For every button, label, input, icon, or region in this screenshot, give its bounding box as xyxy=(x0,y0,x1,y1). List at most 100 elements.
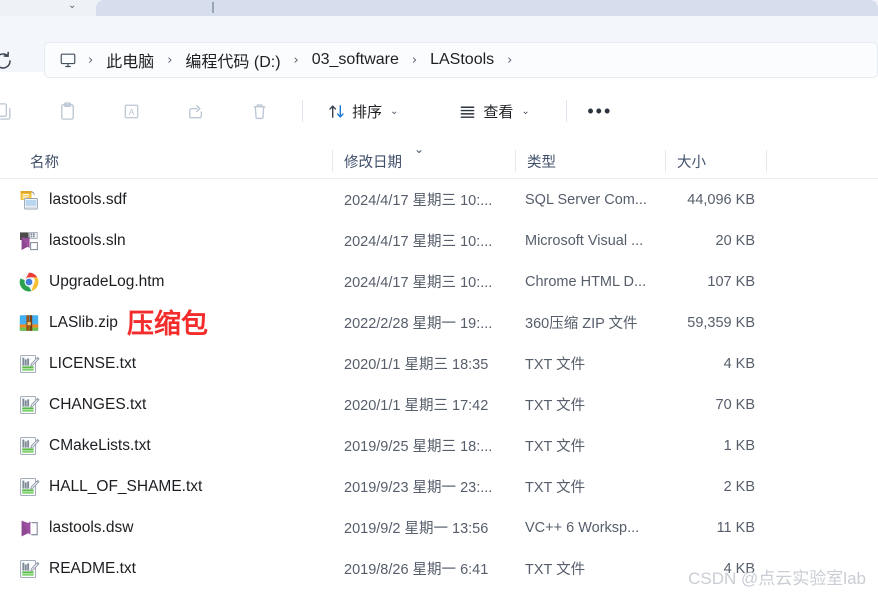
address-bar-zone: › 此电脑 › 编程代码 (D:) › 03_software › LAStoo… xyxy=(0,16,878,78)
file-name-cell[interactable]: CMakeLists.txt xyxy=(18,425,318,466)
breadcrumb-address-box[interactable]: › 此电脑 › 编程代码 (D:) › 03_software › LAStoo… xyxy=(44,42,878,78)
column-header-type[interactable]: 类型 xyxy=(515,143,663,179)
txt-file-icon xyxy=(18,394,40,416)
file-size-cell: 1 KB xyxy=(723,437,755,454)
more-options-button[interactable]: ••• xyxy=(581,94,619,128)
column-header-row: 名称 修改日期 ⌄ 类型 大小 xyxy=(0,143,878,179)
file-row[interactable]: HALL_OF_SHAME.txt 2019/9/23 星期一 23:... TXT… xyxy=(0,466,878,507)
file-name-cell[interactable]: CHANGES.txt xyxy=(18,384,318,425)
refresh-icon[interactable] xyxy=(0,50,14,72)
file-name-cell[interactable]: README.txt xyxy=(18,548,318,589)
file-size-cell: 11 KB xyxy=(716,519,755,536)
file-date-cell: 2019/9/23 星期一 23:... xyxy=(344,480,493,496)
file-date-cell: 2019/9/25 星期三 18:... xyxy=(344,439,493,455)
breadcrumb-item-lastools[interactable]: LAStools xyxy=(424,49,500,71)
txt-file-icon xyxy=(18,558,40,580)
breadcrumb-separator-1[interactable]: › xyxy=(160,53,179,68)
breadcrumb-separator-4[interactable]: › xyxy=(500,53,519,68)
file-name-cell[interactable]: UpgradeLog.htm xyxy=(18,261,318,302)
file-row[interactable]: lastools.sln 2024/4/17 星期三 10:... Microsof… xyxy=(0,220,878,261)
annotation-zip-label: 压缩包 xyxy=(127,309,208,339)
file-row[interactable]: UpgradeLog.htm 2024/4/17 星期三 10:... Chrome… xyxy=(0,261,878,302)
visual-studio-workspace-icon xyxy=(18,517,40,539)
toolbar-divider-2 xyxy=(565,100,567,122)
file-size-cell: 70 KB xyxy=(715,396,756,413)
file-date-cell: 2024/4/17 星期三 10:... xyxy=(344,275,493,291)
view-label: 查看 xyxy=(483,103,514,121)
file-size-cell: 4 KB xyxy=(723,355,755,372)
file-date-cell: 2024/4/17 星期三 10:... xyxy=(344,234,493,250)
file-list: lastools.sdf 2024/4/17 星期三 10:... SQL Serv… xyxy=(0,179,878,597)
breadcrumb-separator-0[interactable]: › xyxy=(81,53,100,68)
file-name-label: LASlib.zip xyxy=(49,313,118,331)
file-name-label: HALL_OF_SHAME.txt xyxy=(49,477,203,495)
file-explorer-window: ⌄ › 此电脑 › 编程代码 (D:) › 03_software › LASt… xyxy=(0,0,878,597)
file-name-label: README.txt xyxy=(49,559,136,577)
breadcrumb-item-this-pc[interactable]: 此电脑 xyxy=(100,46,160,74)
svg-text:A: A xyxy=(128,106,134,116)
file-type-cell: 360压缩 ZIP 文件 xyxy=(525,316,638,332)
zip-archive-icon xyxy=(18,312,40,334)
rename-button[interactable]: A xyxy=(112,94,150,128)
file-row[interactable]: lastools.sdf 2024/4/17 星期三 10:... SQL Serv… xyxy=(0,179,878,220)
sort-chevron-down-icon[interactable]: ⌄ xyxy=(390,106,398,117)
file-name-cell[interactable]: lastools.dsw xyxy=(18,507,318,548)
share-button[interactable] xyxy=(176,94,214,128)
file-row[interactable]: CMakeLists.txt 2019/9/25 星期三 18:... TXT 文件… xyxy=(0,425,878,466)
sort-button[interactable]: 排序 ⌄ xyxy=(317,94,408,128)
file-size-cell: 107 KB xyxy=(707,273,755,290)
file-size-cell: 44,096 KB xyxy=(687,191,755,208)
visual-studio-solution-icon xyxy=(18,230,40,252)
view-button[interactable]: 查看 ⌄ xyxy=(448,94,539,128)
file-date-cell: 2024/4/17 星期三 10:... xyxy=(344,193,493,209)
file-date-cell: 2019/8/26 星期一 6:41 xyxy=(344,562,489,578)
breadcrumb-item-03-software[interactable]: 03_software xyxy=(306,49,405,71)
copy-button[interactable] xyxy=(0,94,22,128)
file-name-label: UpgradeLog.htm xyxy=(49,272,165,290)
sort-label: 排序 xyxy=(352,103,383,121)
column-header-size[interactable]: 大小 xyxy=(665,143,765,179)
txt-file-icon xyxy=(18,353,40,375)
breadcrumb-separator-2[interactable]: › xyxy=(287,53,306,68)
file-name-cell[interactable]: LICENSE.txt xyxy=(18,343,318,384)
sort-indicator-chevron-icon: ⌄ xyxy=(414,142,425,156)
file-type-cell: Chrome HTML D... xyxy=(525,273,647,290)
file-name-label: LICENSE.txt xyxy=(49,354,136,372)
trash-icon[interactable] xyxy=(240,94,278,128)
sql-server-file-icon xyxy=(18,189,40,211)
file-size-cell: 2 KB xyxy=(723,478,755,495)
file-row[interactable]: LICENSE.txt 2020/1/1 星期三 18:35 TXT 文件 4 KB xyxy=(0,343,878,384)
file-type-cell: TXT 文件 xyxy=(525,357,586,373)
txt-file-icon xyxy=(18,435,40,457)
column-divider-4[interactable] xyxy=(766,150,767,172)
file-row[interactable]: lastools.dsw 2019/9/2 星期一 13:56 VC++ 6 Wor… xyxy=(0,507,878,548)
toolbar-divider-1 xyxy=(302,100,303,122)
breadcrumb-item-drive-d[interactable]: 编程代码 (D:) xyxy=(179,46,286,74)
file-name-cell[interactable]: HALL_OF_SHAME.txt xyxy=(18,466,318,507)
file-type-cell: TXT 文件 xyxy=(525,439,586,455)
column-header-name[interactable]: 名称 xyxy=(18,143,318,179)
paste-button[interactable] xyxy=(48,94,86,128)
file-row[interactable]: CHANGES.txt 2020/1/1 星期三 17:42 TXT 文件 70 KB xyxy=(0,384,878,425)
file-date-cell: 2020/1/1 星期三 18:35 xyxy=(344,357,489,373)
file-name-cell[interactable]: lastools.sdf xyxy=(18,179,318,220)
tab-chevron-down-icon[interactable]: ⌄ xyxy=(68,1,82,11)
file-name-label: CMakeLists.txt xyxy=(49,436,151,454)
command-toolbar: A 排序 ⌄ 查看 ⌄ ••• xyxy=(0,82,878,140)
sort-arrows-icon xyxy=(327,102,346,121)
file-name-label: CHANGES.txt xyxy=(49,395,147,413)
file-name-cell[interactable]: lastools.sln xyxy=(18,220,318,261)
file-type-cell: VC++ 6 Worksp... xyxy=(525,519,640,536)
file-type-cell: SQL Server Com... xyxy=(525,191,647,208)
breadcrumb-separator-3[interactable]: › xyxy=(405,53,424,68)
file-type-cell: TXT 文件 xyxy=(525,398,586,414)
file-name-label: lastools.dsw xyxy=(49,518,134,536)
file-size-cell: 59,359 KB xyxy=(687,314,755,331)
tab-active[interactable] xyxy=(96,0,878,16)
tab-text-cursor xyxy=(212,2,214,13)
file-size-cell: 20 KB xyxy=(715,232,756,249)
file-date-cell: 2022/2/28 星期一 19:... xyxy=(344,316,493,332)
this-pc-monitor-icon[interactable] xyxy=(55,49,81,71)
view-chevron-down-icon[interactable]: ⌄ xyxy=(521,106,529,117)
tab-strip: ⌄ xyxy=(0,0,878,16)
